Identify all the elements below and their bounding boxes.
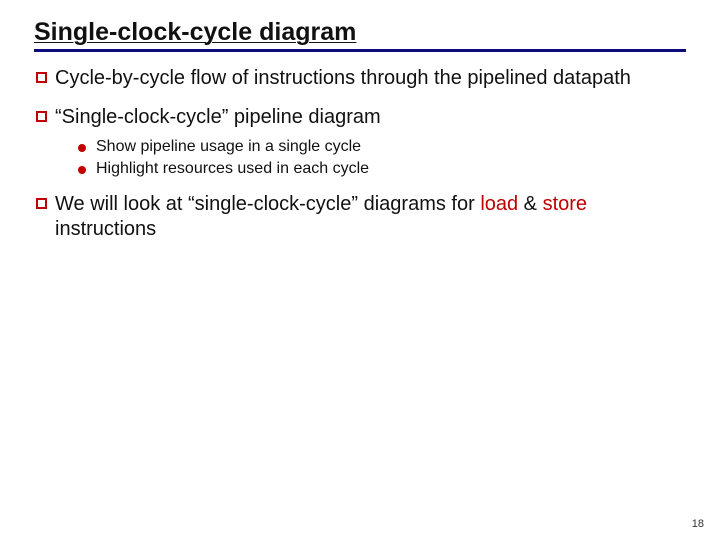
title-rule: Single-clock-cycle diagram	[34, 18, 686, 52]
dot-bullet-icon	[78, 144, 86, 152]
sub-bullet-text: Show pipeline usage in a single cycle	[96, 138, 361, 156]
dot-bullet-icon	[78, 166, 86, 174]
bullet-list: Cycle-by-cycle flow of instructions thro…	[34, 66, 686, 242]
bullet-item: We will look at “single-clock-cycle” dia…	[36, 192, 686, 242]
bullet-text: “Single-clock-cycle” pipeline diagram	[55, 105, 381, 130]
sub-bullet-text: Highlight resources used in each cycle	[96, 160, 369, 178]
square-bullet-icon	[36, 198, 47, 209]
slide-title: Single-clock-cycle diagram	[34, 18, 686, 47]
bullet-text: Cycle-by-cycle flow of instructions thro…	[55, 66, 631, 91]
square-bullet-icon	[36, 72, 47, 83]
sub-bullet-list: Show pipeline usage in a single cycle Hi…	[36, 138, 686, 178]
bullet-item: Cycle-by-cycle flow of instructions thro…	[36, 66, 686, 91]
highlight-load: load	[480, 193, 518, 215]
sub-bullet-item: Highlight resources used in each cycle	[78, 160, 686, 178]
text-fragment: instructions	[55, 218, 156, 240]
slide: Single-clock-cycle diagram Cycle-by-cycl…	[0, 0, 720, 540]
sub-bullet-item: Show pipeline usage in a single cycle	[78, 138, 686, 156]
square-bullet-icon	[36, 111, 47, 122]
text-fragment: &	[518, 193, 542, 215]
text-fragment: We will look at “single-clock-cycle” dia…	[55, 193, 480, 215]
highlight-store: store	[543, 193, 587, 215]
page-number: 18	[692, 518, 704, 530]
bullet-text: We will look at “single-clock-cycle” dia…	[55, 192, 686, 242]
bullet-item: “Single-clock-cycle” pipeline diagram	[36, 105, 686, 130]
